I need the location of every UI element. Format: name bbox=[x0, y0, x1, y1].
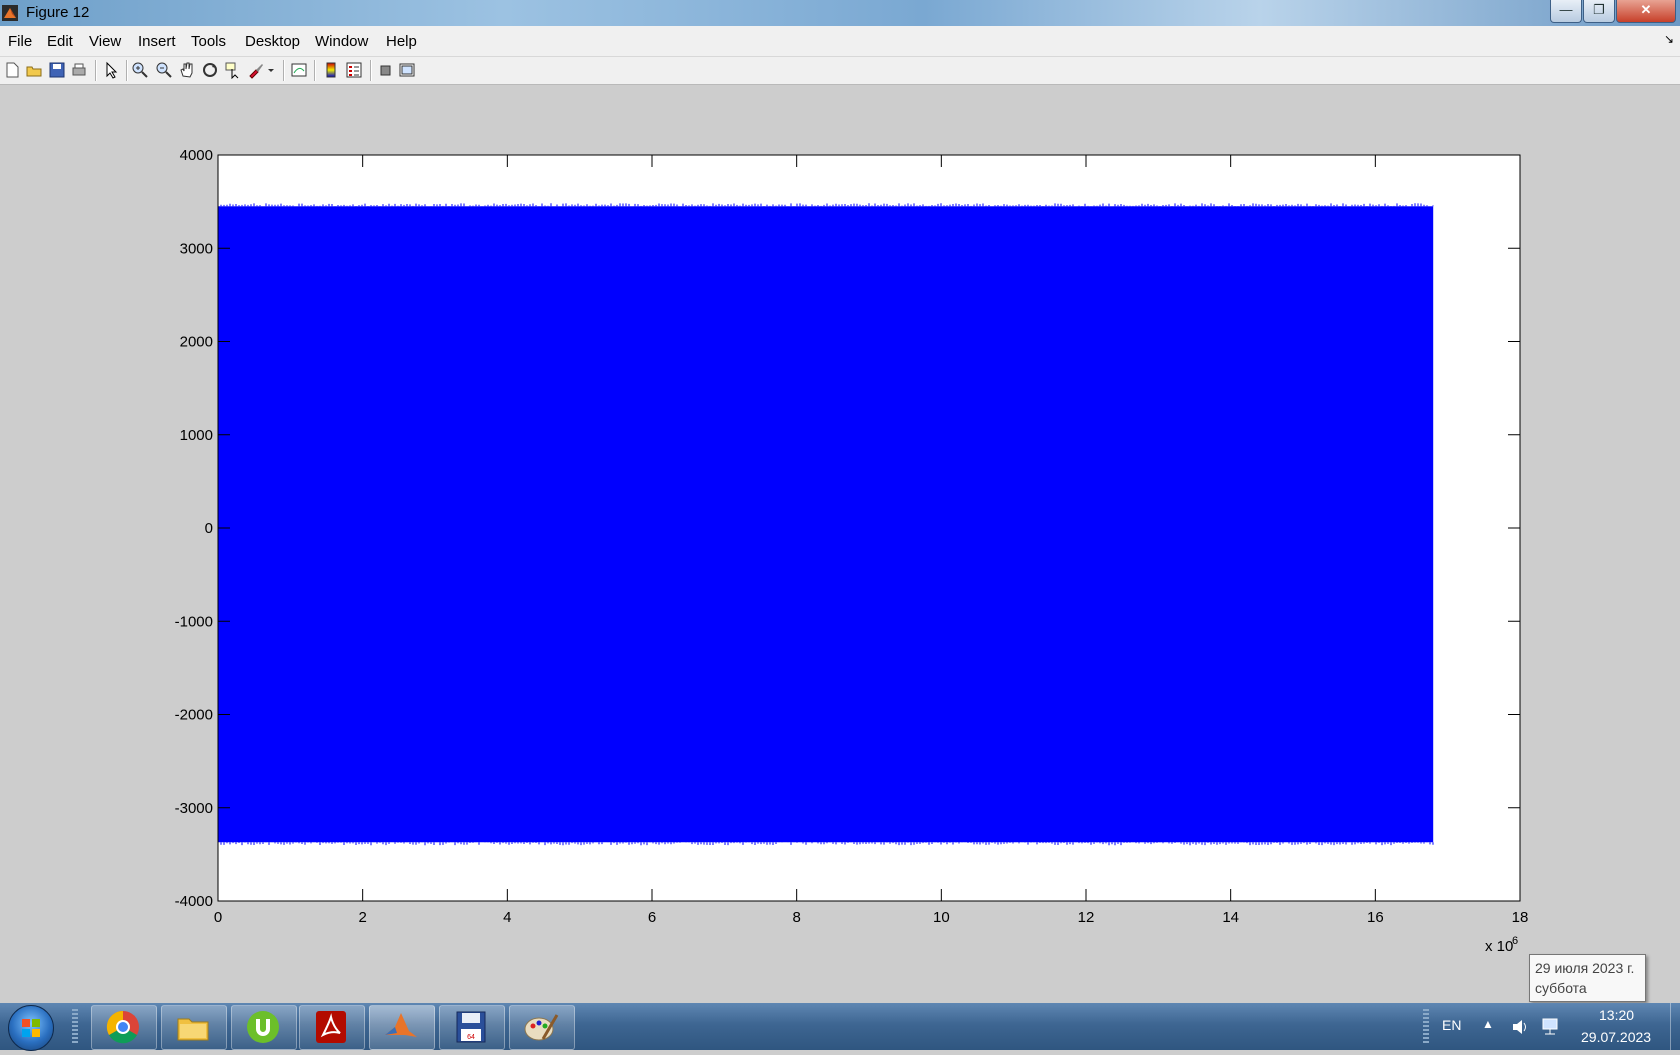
tooltip-weekday: суббота bbox=[1535, 980, 1587, 996]
taskbar-utorrent[interactable] bbox=[231, 1005, 297, 1050]
taskbar-matlab[interactable] bbox=[369, 1005, 435, 1050]
y-tick-label: 0 bbox=[205, 520, 213, 537]
y-tick-label: 3000 bbox=[180, 240, 213, 257]
menu-file[interactable]: File bbox=[8, 33, 32, 50]
save-disk-icon: 64 bbox=[456, 1011, 486, 1043]
link-plot-icon[interactable] bbox=[290, 61, 308, 79]
figure-canvas[interactable]: 0 2 4 6 8 10 12 14 16 18 -4000 -3000 -2000 -1000 0 1000… bbox=[0, 85, 1680, 1003]
plot-axes[interactable]: 0 2 4 6 8 10 12 14 16 18 -4000 -3000 -2000 -1000 0 1000… bbox=[0, 85, 1680, 1003]
rotate-3d-icon[interactable] bbox=[201, 61, 219, 79]
hide-plot-tools-icon[interactable] bbox=[376, 61, 394, 79]
taskbar-save-tool[interactable]: 64 bbox=[439, 1005, 505, 1050]
y-tick-label: 4000 bbox=[180, 147, 213, 164]
menu-desktop[interactable]: Desktop bbox=[245, 33, 300, 50]
y-tick-label: -2000 bbox=[175, 707, 213, 724]
menu-window[interactable]: Window bbox=[315, 33, 368, 50]
window-title-bar: Figure 12 — ❐ ✕ bbox=[0, 0, 1680, 26]
chrome-icon bbox=[106, 1010, 139, 1044]
show-desktop-button[interactable] bbox=[1670, 1003, 1680, 1050]
network-icon[interactable] bbox=[1540, 1016, 1562, 1038]
x-tick-label: 2 bbox=[358, 909, 366, 926]
language-indicator[interactable]: EN bbox=[1442, 1017, 1461, 1033]
clock-time[interactable]: 13:20 bbox=[1599, 1007, 1634, 1023]
brush-dropdown-icon[interactable] bbox=[266, 61, 276, 79]
x-exponent-sup: 6 bbox=[1512, 935, 1518, 947]
date-tooltip: 29 июля 2023 г. суббота bbox=[1529, 954, 1646, 1002]
x-tick-label: 10 bbox=[933, 909, 950, 926]
data-cursor-icon[interactable] bbox=[224, 61, 242, 79]
y-tick-label: -1000 bbox=[175, 613, 213, 630]
x-tick-label: 14 bbox=[1222, 909, 1239, 926]
y-tick-label: 1000 bbox=[180, 427, 213, 444]
edit-plot-arrow-icon[interactable] bbox=[103, 61, 121, 79]
matlab-icon bbox=[385, 1013, 417, 1037]
matlab-figure-icon bbox=[2, 5, 18, 21]
series-0-signal bbox=[218, 206, 1434, 843]
svg-text:64: 64 bbox=[467, 1034, 475, 1041]
show-hidden-icons-icon[interactable]: ▲ bbox=[1482, 1017, 1494, 1031]
save-icon[interactable] bbox=[48, 61, 66, 79]
taskbar: 64 EN ▲ 13:20 29.07.2023 bbox=[0, 1003, 1680, 1051]
show-plot-tools-icon[interactable] bbox=[398, 61, 416, 79]
acrobat-icon bbox=[316, 1011, 346, 1043]
menu-bar: File Edit View Insert Tools Desktop Wind… bbox=[0, 26, 1680, 57]
figure-toolbar bbox=[0, 57, 1680, 85]
menu-help[interactable]: Help bbox=[386, 33, 417, 50]
zoom-out-icon[interactable] bbox=[155, 61, 173, 79]
x-tick-label: 0 bbox=[214, 909, 222, 926]
y-tick-label: 2000 bbox=[180, 334, 213, 351]
menu-insert[interactable]: Insert bbox=[138, 33, 176, 50]
x-tick-label: 12 bbox=[1078, 909, 1095, 926]
brush-icon[interactable] bbox=[247, 61, 265, 79]
x-tick-label: 4 bbox=[503, 909, 511, 926]
x-exponent-label: x 10 bbox=[1485, 938, 1513, 955]
windows-logo-icon bbox=[22, 1019, 40, 1037]
taskbar-explorer[interactable] bbox=[161, 1005, 227, 1050]
x-tick-label: 8 bbox=[792, 909, 800, 926]
clock-date[interactable]: 29.07.2023 bbox=[1581, 1029, 1651, 1045]
tooltip-date: 29 июля 2023 г. bbox=[1535, 960, 1635, 976]
menu-tools[interactable]: Tools bbox=[191, 33, 226, 50]
window-title: Figure 12 bbox=[26, 4, 90, 21]
y-tick-label: -3000 bbox=[175, 800, 213, 817]
start-button[interactable] bbox=[8, 1005, 54, 1051]
paint-icon bbox=[524, 1014, 559, 1041]
menu-edit[interactable]: Edit bbox=[47, 33, 73, 50]
new-figure-icon[interactable] bbox=[3, 61, 21, 79]
x-tick-label: 6 bbox=[648, 909, 656, 926]
volume-icon[interactable] bbox=[1510, 1017, 1530, 1037]
undock-arrow-icon[interactable]: ↘ bbox=[1664, 32, 1674, 46]
x-tick-label: 16 bbox=[1367, 909, 1384, 926]
open-file-icon[interactable] bbox=[25, 61, 43, 79]
colorbar-icon[interactable] bbox=[322, 61, 340, 79]
print-icon[interactable] bbox=[70, 61, 88, 79]
close-button[interactable]: ✕ bbox=[1616, 0, 1676, 23]
minimize-button[interactable]: — bbox=[1550, 0, 1582, 23]
x-tick-label: 18 bbox=[1512, 909, 1529, 926]
pan-hand-icon[interactable] bbox=[178, 61, 196, 79]
legend-icon[interactable] bbox=[345, 61, 363, 79]
zoom-in-icon[interactable] bbox=[131, 61, 149, 79]
y-tick-label: -4000 bbox=[175, 893, 213, 910]
utorrent-icon bbox=[247, 1011, 279, 1043]
taskbar-paint[interactable] bbox=[509, 1005, 575, 1050]
file-explorer-icon bbox=[177, 1018, 209, 1041]
taskbar-acrobat[interactable] bbox=[299, 1005, 365, 1050]
maximize-button[interactable]: ❐ bbox=[1583, 0, 1615, 23]
taskbar-chrome[interactable] bbox=[91, 1005, 157, 1050]
menu-view[interactable]: View bbox=[89, 33, 121, 50]
